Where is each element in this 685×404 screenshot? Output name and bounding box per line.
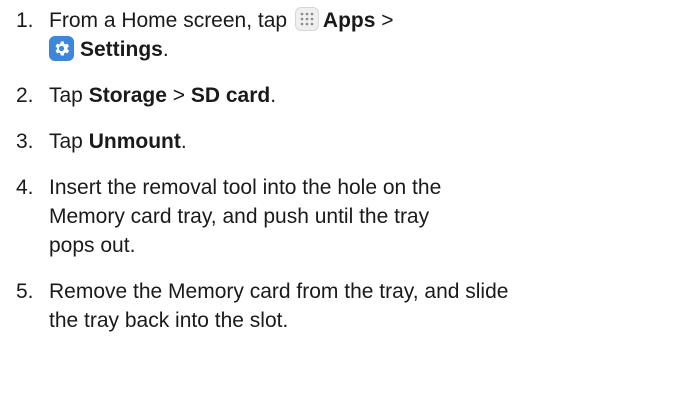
- step-text: From a Home screen, tap Apps > Settings.: [49, 7, 394, 61]
- step-number: 5.: [16, 280, 34, 303]
- step-text: Tap Unmount.: [49, 130, 187, 153]
- apps-label: Apps: [322, 9, 376, 32]
- step-text: Insert the removal tool into the hole on…: [49, 176, 442, 257]
- step-number: 1.: [16, 9, 34, 32]
- step-number: 2.: [16, 84, 34, 107]
- unmount-label: Unmount: [88, 130, 181, 153]
- step-text: Remove the Memory card from the tray, an…: [49, 280, 509, 332]
- step-number: 3.: [16, 130, 34, 153]
- storage-label: Storage: [88, 84, 167, 107]
- step-number: 4.: [16, 176, 34, 199]
- apps-grid-icon: [294, 7, 319, 31]
- step-text: Tap Storage > SD card.: [49, 84, 277, 107]
- step-5: 5. Remove the Memory card from the tray,…: [16, 277, 685, 335]
- settings-label: Settings: [80, 38, 163, 61]
- sd-card-label: SD card: [190, 84, 271, 107]
- instruction-steps: 1. From a Home screen, tap Apps > Settin…: [0, 0, 685, 335]
- step-2: 2. Tap Storage > SD card.: [16, 81, 685, 110]
- step-1: 1. From a Home screen, tap Apps > Settin…: [16, 6, 685, 64]
- step-3: 3. Tap Unmount.: [16, 127, 685, 156]
- step-4: 4. Insert the removal tool into the hole…: [16, 173, 685, 260]
- settings-gear-icon: [49, 36, 74, 61]
